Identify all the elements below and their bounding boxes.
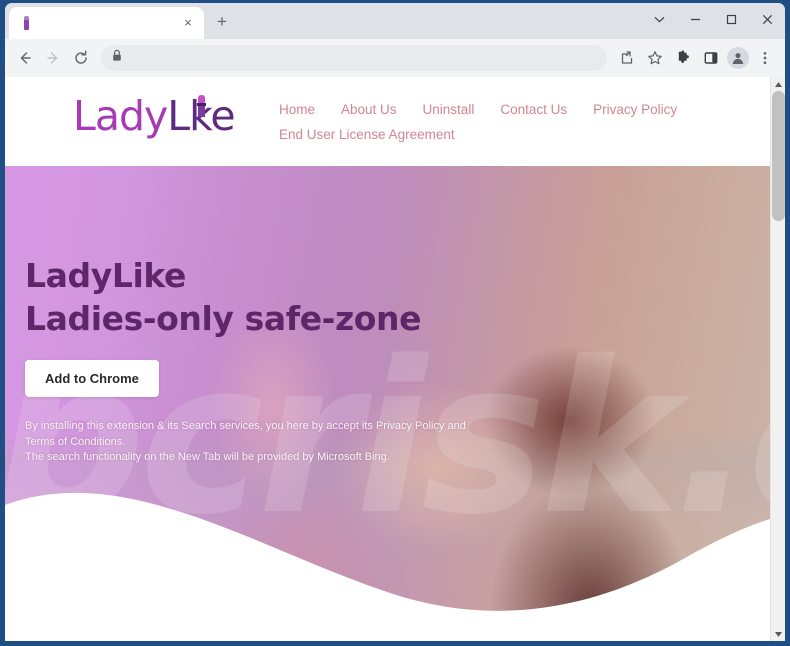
nav-item-contact-us[interactable]: Contact Us (500, 102, 567, 117)
browser-tab[interactable]: × (9, 7, 204, 39)
tab-search-chevron-down-icon[interactable] (641, 4, 677, 34)
tab-strip: × + (5, 3, 785, 39)
hero-title-line-2: Ladies-only safe-zone (25, 299, 422, 338)
window-controls (641, 3, 785, 35)
page-scrollbar[interactable] (770, 77, 785, 641)
hero-title-line-1: LadyLike (25, 256, 187, 295)
hero-title: LadyLike Ladies-only safe-zone (25, 254, 495, 340)
new-tab-button[interactable]: + (210, 11, 234, 35)
hero-disclaimer: By installing this extension & its Searc… (25, 419, 480, 466)
lock-icon[interactable] (111, 49, 127, 67)
forward-arrow-icon[interactable] (39, 44, 67, 72)
nav-item-privacy-policy[interactable]: Privacy Policy (593, 102, 677, 117)
side-panel-icon[interactable] (697, 44, 725, 72)
close-icon[interactable]: × (180, 15, 196, 31)
nav-row-secondary: End User License Agreement (279, 127, 770, 142)
back-arrow-icon[interactable] (11, 44, 39, 72)
site-header: LadyLke Home About Us Uninstall Contact … (5, 77, 770, 166)
site-navigation: Home About Us Uninstall Contact Us Priva… (273, 91, 770, 142)
disclaimer-line-2: The search functionality on the New Tab … (25, 451, 390, 463)
puzzle-icon[interactable] (669, 44, 697, 72)
maximize-button[interactable] (713, 4, 749, 34)
nav-item-home[interactable]: Home (279, 102, 315, 117)
scroll-up-arrow-icon[interactable] (771, 77, 785, 91)
site-logo-part-2: L (167, 92, 190, 140)
reload-icon[interactable] (67, 44, 95, 72)
minimize-button[interactable] (677, 4, 713, 34)
hero-section: pcrisk.com LadyLike Ladies-only safe-zon… (5, 166, 770, 641)
site-logo-part-1: Lady (73, 92, 168, 140)
page-viewport: LadyLke Home About Us Uninstall Contact … (5, 77, 785, 641)
close-button[interactable] (749, 4, 785, 34)
site-logo-text: LadyLke (73, 91, 273, 141)
site-logo-part-3: ke (189, 92, 236, 140)
scrollbar-track[interactable] (771, 91, 785, 627)
three-dot-menu-icon[interactable] (751, 44, 779, 72)
scrollbar-thumb[interactable] (772, 91, 785, 221)
os-window-frame: × + LadyLke Home About Us Uninstall Cont… (0, 0, 790, 646)
scroll-down-arrow-icon[interactable] (771, 627, 785, 641)
lipstick-icon (19, 15, 35, 31)
add-to-chrome-button[interactable]: Add to Chrome (25, 360, 159, 397)
share-icon[interactable] (613, 44, 641, 72)
profile-avatar[interactable] (727, 47, 749, 69)
nav-item-eula[interactable]: End User License Agreement (279, 127, 455, 142)
hero-content: LadyLike Ladies-only safe-zone Add to Ch… (25, 254, 495, 466)
browser-window: × + LadyLke Home About Us Uninstall Cont… (5, 3, 785, 641)
address-bar[interactable] (101, 45, 607, 71)
web-page: LadyLke Home About Us Uninstall Contact … (5, 77, 770, 641)
browser-toolbar (5, 39, 785, 77)
nav-row-primary: Home About Us Uninstall Contact Us Priva… (279, 102, 770, 117)
nav-item-uninstall[interactable]: Uninstall (423, 102, 475, 117)
site-logo[interactable]: LadyLke (73, 91, 273, 143)
star-icon[interactable] (641, 44, 669, 72)
hero-wave-divider (5, 492, 770, 641)
nav-item-about-us[interactable]: About Us (341, 102, 397, 117)
disclaimer-line-1: By installing this extension & its Searc… (25, 420, 466, 448)
lipstick-icon (197, 95, 206, 117)
